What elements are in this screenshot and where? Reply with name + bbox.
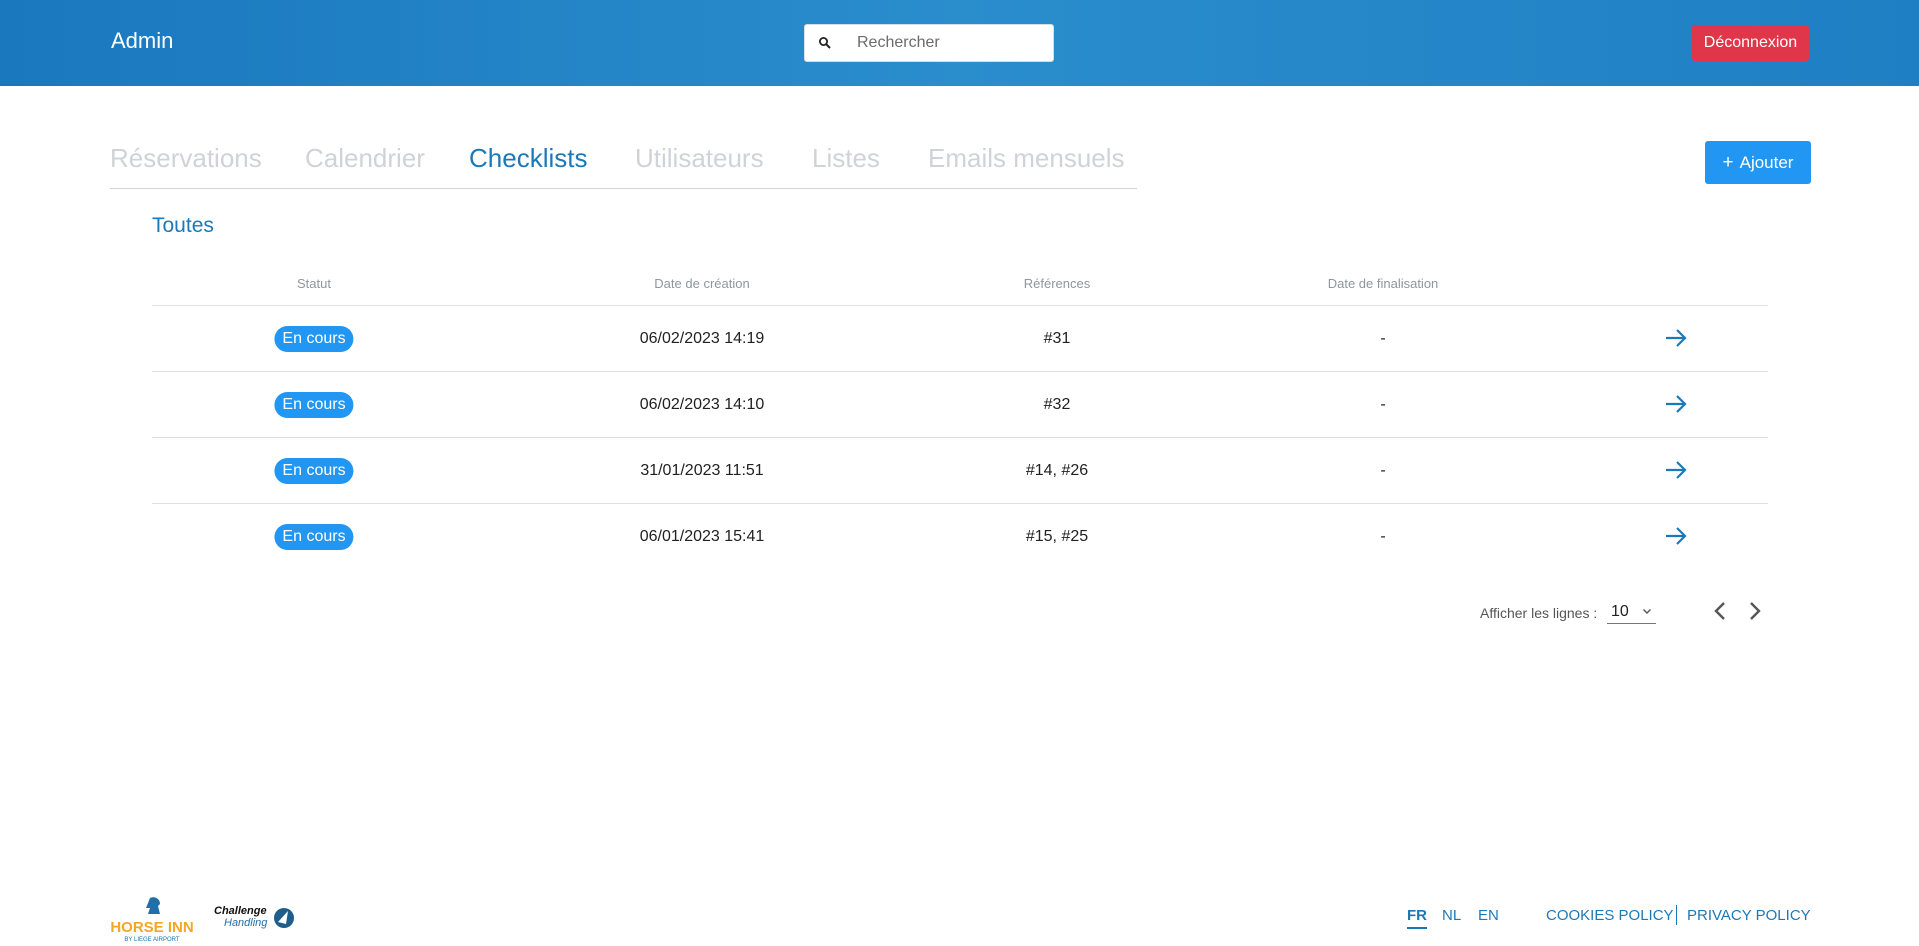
add-button[interactable]: + Ajouter (1705, 141, 1811, 184)
references: #14, #26 (1025, 462, 1089, 479)
chevron-left-icon[interactable] (1711, 600, 1731, 622)
footer-divider (1676, 905, 1677, 925)
status-badge: En cours (274, 326, 354, 352)
references: #31 (1043, 330, 1071, 347)
column-header-finalized[interactable]: Date de finalisation (1328, 276, 1439, 291)
svg-text:HORSE INN: HORSE INN (110, 919, 193, 936)
table-row[interactable]: En cours 06/02/2023 14:19 #31 - (152, 306, 1768, 372)
finalized-date: - (1380, 330, 1386, 347)
main-tabs: Réservations Calendrier Checklists Utili… (110, 143, 1137, 189)
rows-per-page-label: Afficher les lignes : (1480, 605, 1598, 621)
references: #15, #25 (1025, 528, 1089, 545)
finalized-date: - (1380, 528, 1386, 545)
arrow-right-icon[interactable] (1663, 393, 1689, 415)
tab-lists[interactable]: Listes (812, 143, 880, 174)
svg-text:BY LIEGE AIRPORT: BY LIEGE AIRPORT (124, 937, 179, 943)
created-date: 31/01/2023 11:51 (640, 462, 764, 479)
table-row[interactable]: En cours 06/02/2023 14:10 #32 - (152, 372, 1768, 438)
tab-monthly-emails[interactable]: Emails mensuels (928, 143, 1125, 174)
rows-per-page-value: 10 (1611, 603, 1629, 620)
created-date: 06/01/2023 15:41 (639, 528, 765, 545)
language-en[interactable]: EN (1478, 907, 1499, 924)
table-row[interactable]: En cours 31/01/2023 11:51 #14, #26 - (152, 438, 1768, 504)
column-header-references[interactable]: Références (1024, 276, 1090, 291)
search-box[interactable] (804, 24, 1054, 62)
language-fr[interactable]: FR (1407, 907, 1427, 929)
section-title: Toutes (152, 214, 214, 237)
chevron-down-icon (1643, 609, 1651, 614)
horse-inn-logo[interactable]: HORSE INN BY LIEGE AIRPORT (110, 894, 194, 946)
tab-reservations[interactable]: Réservations (110, 143, 262, 174)
created-date: 06/02/2023 14:10 (639, 396, 765, 413)
status-badge: En cours (274, 458, 354, 484)
checklists-table: Statut Date de création Références Date … (152, 270, 1768, 570)
arrow-right-icon[interactable] (1663, 525, 1689, 547)
search-input[interactable] (857, 25, 1047, 61)
chevron-right-icon[interactable] (1744, 600, 1764, 622)
add-button-label: Ajouter (1739, 152, 1794, 172)
cookies-policy-link[interactable]: COOKIES POLICY (1546, 907, 1674, 924)
svg-text:Challenge: Challenge (214, 905, 267, 917)
finalized-date: - (1380, 462, 1386, 479)
rows-per-page-select[interactable]: 10 (1607, 600, 1656, 624)
search-icon (819, 37, 831, 49)
tab-calendar[interactable]: Calendrier (305, 143, 425, 174)
tab-checklists[interactable]: Checklists (469, 143, 587, 174)
logout-button[interactable]: Déconnexion (1692, 25, 1809, 61)
table-row[interactable]: En cours 06/01/2023 15:41 #15, #25 - (152, 504, 1768, 570)
status-badge: En cours (274, 392, 354, 418)
column-header-created[interactable]: Date de création (654, 276, 749, 291)
created-date: 06/02/2023 14:19 (639, 330, 765, 347)
column-header-status[interactable]: Statut (297, 276, 331, 291)
arrow-right-icon[interactable] (1663, 327, 1689, 349)
language-nl[interactable]: NL (1442, 907, 1461, 924)
finalized-date: - (1380, 396, 1386, 413)
references: #32 (1043, 396, 1071, 413)
table-header: Statut Date de création Références Date … (152, 270, 1768, 306)
footer: HORSE INN BY LIEGE AIRPORT Challenge Han… (0, 880, 1919, 944)
tab-users[interactable]: Utilisateurs (635, 143, 764, 174)
app-brand: Admin (111, 28, 174, 53)
privacy-policy-link[interactable]: PRIVACY POLICY (1687, 907, 1811, 924)
arrow-right-icon[interactable] (1663, 459, 1689, 481)
status-badge: En cours (274, 524, 354, 550)
top-header: Admin Déconnexion (0, 0, 1919, 86)
svg-text:Handling: Handling (224, 917, 268, 929)
plus-icon: + (1722, 151, 1734, 173)
challenge-handling-logo[interactable]: Challenge Handling (214, 902, 296, 932)
